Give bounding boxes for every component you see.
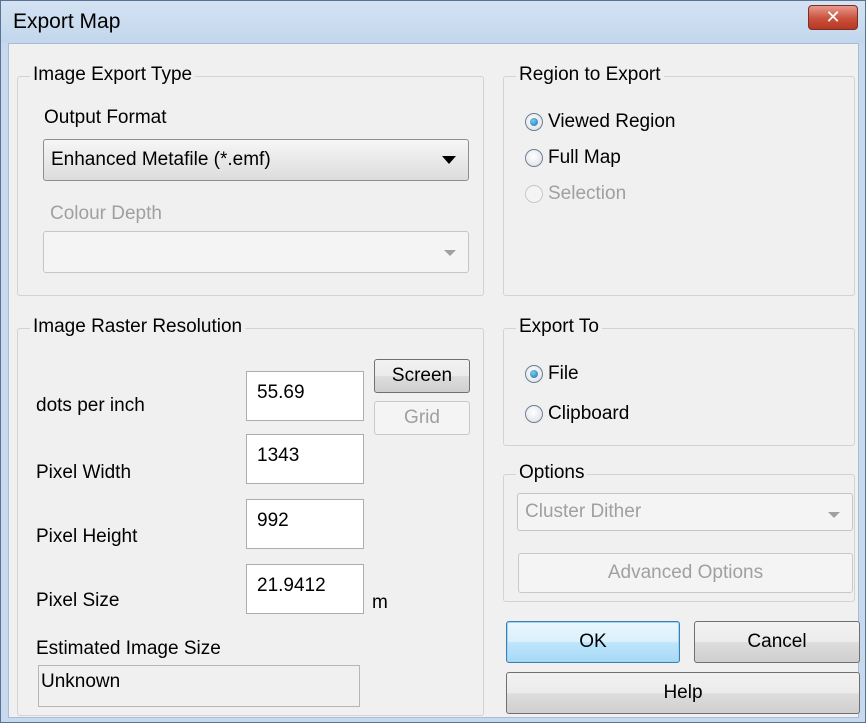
dpi-input[interactable]: 55.69 (246, 371, 364, 421)
radio-full-map[interactable]: Full Map (525, 147, 621, 169)
image-export-type-legend: Image Export Type (30, 64, 196, 86)
pixel-height-label: Pixel Height (36, 526, 138, 547)
pixel-size-label: Pixel Size (36, 590, 120, 611)
export-map-dialog: Export Map ✕ Image Export Type Output Fo… (0, 0, 866, 723)
close-button[interactable]: ✕ (808, 5, 858, 30)
help-button-label: Help (663, 682, 703, 703)
radio-selection-label: Selection (548, 183, 627, 204)
radio-selection[interactable]: Selection (525, 183, 626, 205)
dither-value: Cluster Dither (525, 501, 642, 522)
help-button[interactable]: Help (506, 672, 860, 714)
radio-full-map-label: Full Map (548, 147, 621, 168)
chevron-down-icon (444, 250, 456, 256)
chevron-down-icon (828, 512, 840, 518)
pixel-width-value: 1343 (257, 445, 300, 466)
ok-button[interactable]: OK (506, 621, 680, 663)
dialog-client-area: Image Export Type Output Format Enhanced… (8, 43, 860, 718)
region-to-export-group: Region to Export Viewed Region Full Map … (503, 64, 855, 296)
image-export-type-group: Image Export Type Output Format Enhanced… (17, 64, 484, 296)
output-format-value: Enhanced Metafile (*.emf) (51, 149, 271, 170)
ok-button-label: OK (579, 631, 607, 652)
radio-file[interactable]: File (525, 363, 579, 385)
estimated-size-label: Estimated Image Size (36, 638, 221, 659)
dialog-title: Export Map (13, 10, 121, 33)
colour-depth-select[interactable] (43, 231, 469, 273)
pixel-height-input[interactable]: 992 (246, 499, 364, 549)
pixel-width-input[interactable]: 1343 (246, 434, 364, 484)
dither-select[interactable]: Cluster Dither (517, 493, 853, 531)
chevron-down-icon (442, 156, 456, 164)
grid-button-label: Grid (404, 407, 440, 428)
export-to-legend: Export To (516, 316, 602, 338)
export-to-group: Export To File Clipboard (503, 316, 855, 446)
raster-resolution-legend: Image Raster Resolution (30, 316, 246, 338)
image-raster-resolution-group: Image Raster Resolution dots per inch 55… (17, 316, 484, 716)
radio-clipboard[interactable]: Clipboard (525, 403, 629, 425)
output-format-label: Output Format (44, 107, 167, 128)
pixel-height-value: 992 (257, 510, 289, 531)
cancel-button[interactable]: Cancel (694, 621, 860, 663)
radio-unselected-icon (525, 405, 543, 423)
screen-button-label: Screen (391, 365, 453, 386)
region-to-export-legend: Region to Export (516, 64, 664, 86)
cancel-button-label: Cancel (747, 631, 807, 652)
dpi-label: dots per inch (36, 395, 145, 416)
radio-unselected-icon (525, 149, 543, 167)
grid-button[interactable]: Grid (374, 401, 470, 435)
radio-viewed-region[interactable]: Viewed Region (525, 111, 675, 133)
radio-selected-icon (525, 113, 543, 131)
output-format-select[interactable]: Enhanced Metafile (*.emf) (43, 139, 469, 181)
title-bar[interactable]: Export Map ✕ (1, 1, 865, 43)
estimated-size-value: Unknown (41, 671, 121, 692)
options-group: Options Cluster Dither Advanced Options (503, 462, 855, 602)
radio-selected-icon (525, 365, 543, 383)
pixel-size-value: 21.9412 (257, 575, 326, 596)
screen-button[interactable]: Screen (374, 359, 470, 393)
pixel-size-unit: m (372, 592, 388, 613)
close-icon: ✕ (825, 7, 841, 27)
advanced-options-button[interactable]: Advanced Options (518, 553, 853, 593)
radio-clipboard-label: Clipboard (548, 403, 630, 424)
pixel-size-input[interactable]: 21.9412 (246, 564, 364, 614)
radio-viewed-region-label: Viewed Region (548, 111, 676, 132)
dpi-value: 55.69 (257, 382, 305, 403)
radio-disabled-icon (525, 185, 543, 203)
options-legend: Options (516, 462, 588, 484)
radio-file-label: File (548, 363, 579, 384)
pixel-width-label: Pixel Width (36, 462, 132, 483)
advanced-options-label: Advanced Options (607, 562, 764, 583)
estimated-size-field: Unknown (38, 665, 360, 707)
colour-depth-label: Colour Depth (50, 203, 162, 224)
